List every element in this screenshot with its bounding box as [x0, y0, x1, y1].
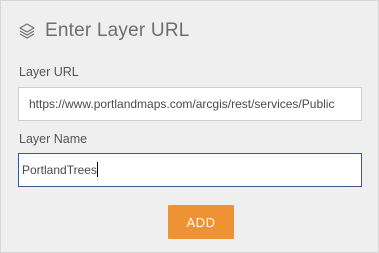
layer-url-input[interactable]: https://www.portlandmaps.com/arcgis/rest…: [18, 87, 362, 121]
layer-name-label: Layer Name: [19, 132, 88, 146]
add-button[interactable]: ADD: [168, 205, 234, 239]
add-layer-panel: Enter Layer URL Layer URL https://www.po…: [0, 0, 379, 253]
layer-url-label: Layer URL: [19, 65, 79, 79]
layer-url-value: https://www.portlandmaps.com/arcgis/rest…: [29, 97, 335, 111]
layer-name-input[interactable]: PortlandTrees: [18, 153, 362, 187]
panel-header: Enter Layer URL: [18, 17, 190, 45]
layer-name-value: PortlandTrees: [22, 163, 97, 177]
panel-title: Enter Layer URL: [45, 20, 190, 41]
text-caret: [96, 162, 98, 178]
layers-icon: [18, 22, 36, 40]
